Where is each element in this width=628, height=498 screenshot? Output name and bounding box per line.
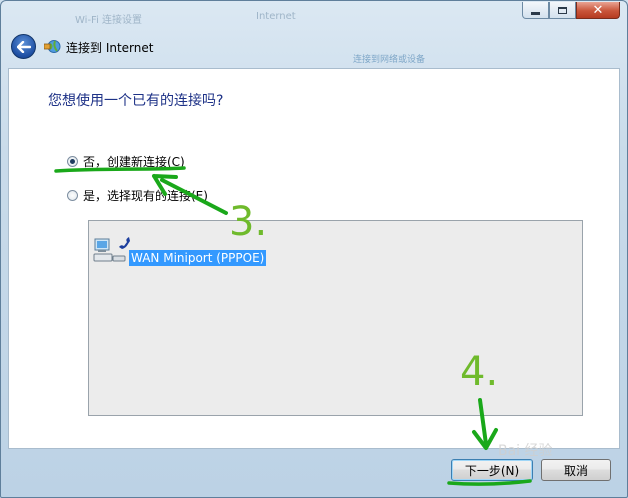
page-question: 您想使用一个已有的连接吗? — [48, 93, 224, 109]
back-button[interactable] — [11, 34, 36, 59]
option-use-existing-label: 是，选择现有的连接(E) — [83, 189, 208, 203]
network-globe-icon — [44, 40, 61, 53]
background-link: 连接到网络或设备 — [353, 55, 426, 65]
step-4-label: 4. — [460, 349, 499, 395]
dialup-connection-icon — [93, 237, 130, 262]
connection-list[interactable]: WAN Miniport (PPPOE) — [88, 220, 583, 416]
background-window-title: Wi-Fi 连接设置 — [75, 15, 143, 26]
watermark: Bai 经验 — [498, 443, 553, 459]
maximize-button[interactable] — [549, 2, 576, 19]
option-use-existing[interactable]: 是，选择现有的连接(E) — [67, 187, 208, 204]
content-panel: 您想使用一个已有的连接吗? 否，创建新连接(C) 是，选择现有的连接(E) WA… — [8, 68, 620, 449]
close-icon: ✕ — [592, 2, 604, 18]
option-create-new[interactable]: 否，创建新连接(C) — [67, 153, 185, 170]
background-window-title-2: Internet — [256, 11, 296, 22]
step-3-label: 3. — [229, 199, 268, 245]
next-button[interactable]: 下一步(N) — [451, 459, 533, 481]
connection-name: WAN Miniport (PPPOE) — [129, 250, 267, 266]
radio-use-existing[interactable] — [67, 190, 78, 201]
caption-buttons: ✕ — [522, 2, 620, 19]
minimize-button[interactable] — [522, 2, 549, 19]
maximize-icon — [558, 6, 567, 14]
cancel-button[interactable]: 取消 — [541, 459, 611, 481]
radio-create-new[interactable] — [67, 156, 78, 167]
close-button[interactable]: ✕ — [576, 2, 620, 19]
dialog-title: 连接到 Internet — [66, 41, 154, 55]
minimize-icon — [531, 11, 540, 15]
option-create-new-label: 否，创建新连接(C) — [83, 155, 185, 169]
dialog-window: Wi-Fi 连接设置 Internet 连接到网络或设备 ✕ 连接到 Inter… — [0, 0, 628, 498]
back-arrow-icon — [16, 40, 31, 53]
